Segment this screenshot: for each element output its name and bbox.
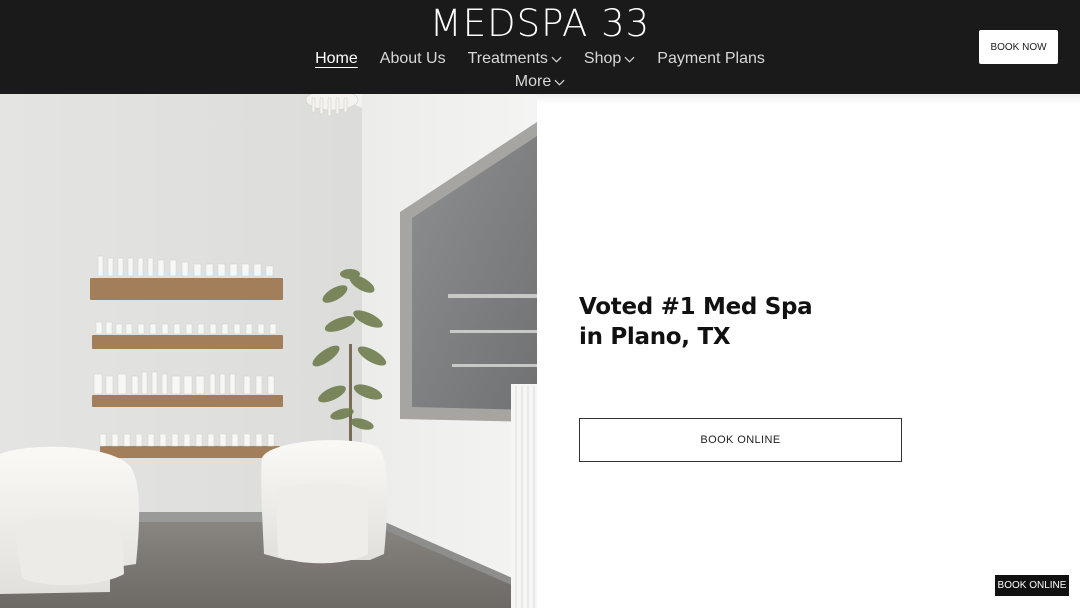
hero-headline-line1: Voted #1 Med Spa (579, 294, 813, 320)
nav-item-label: More (514, 73, 552, 90)
nav-item-more[interactable]: More (515, 71, 565, 93)
floating-book-online-button[interactable]: BOOK ONLINE (995, 575, 1069, 596)
chevron-down-icon (551, 54, 562, 65)
site-header: MEDSPA 33 Home About Us Treatments Shop … (0, 0, 1080, 94)
header-shadow (537, 94, 1080, 104)
nav-item-label: About Us (379, 50, 446, 67)
nav-item-shop[interactable]: Shop (584, 48, 635, 70)
main-nav: Home About Us Treatments Shop Payment Pl… (0, 48, 1080, 70)
hero-image (0, 94, 537, 608)
nav-item-label: Home (315, 50, 358, 67)
hero-headline: Voted #1 Med Spa in Plano, TX (579, 292, 879, 352)
nav-item-label: Payment Plans (657, 50, 765, 67)
nav-item-payment-plans[interactable]: Payment Plans (657, 48, 765, 70)
hero-headline-line2: in Plano, TX (579, 324, 731, 350)
chevron-down-icon (554, 77, 565, 88)
chevron-down-icon (624, 54, 635, 65)
nav-item-home[interactable]: Home (315, 48, 358, 70)
book-online-button[interactable]: BOOK ONLINE (579, 418, 902, 462)
nav-item-about-us[interactable]: About Us (380, 48, 446, 70)
nav-item-label: Treatments (467, 50, 548, 67)
brand-logo[interactable]: MEDSPA 33 (0, 2, 1080, 46)
nav-more-row: More (0, 71, 1080, 93)
nav-item-label: Shop (583, 50, 622, 67)
nav-item-treatments[interactable]: Treatments (468, 48, 562, 70)
book-now-button[interactable]: BOOK NOW (979, 30, 1058, 64)
